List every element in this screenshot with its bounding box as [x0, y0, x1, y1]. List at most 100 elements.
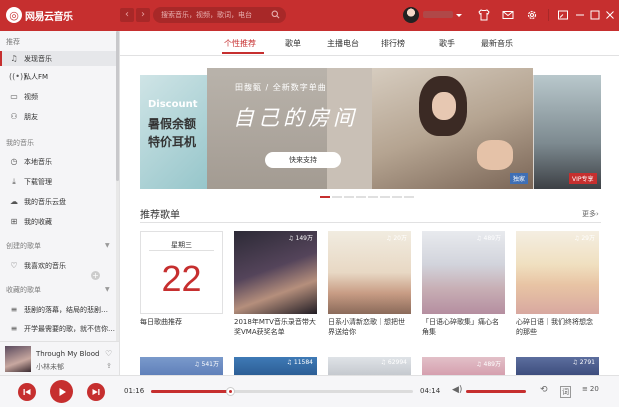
- playlist-caption[interactable]: 每日歌曲推荐: [140, 317, 223, 327]
- sidebar-item-label: 下载管理: [24, 177, 52, 186]
- chevron-down-icon[interactable]: ▼: [105, 286, 110, 293]
- sidebar-item-label: 视频: [24, 92, 38, 101]
- mail-icon[interactable]: [502, 9, 514, 21]
- chevron-down-icon[interactable]: ▼: [105, 242, 110, 249]
- playlist-cover[interactable]: ♫ 541万: [140, 357, 223, 375]
- playlist-cover[interactable]: ♫ 489万: [422, 357, 505, 375]
- previous-track-button[interactable]: [18, 383, 36, 401]
- volume-slider[interactable]: [466, 390, 526, 393]
- sidebar-item-friends[interactable]: ⚇ 朋友: [0, 109, 116, 124]
- sidebar-scrollbar-thumb[interactable]: [116, 31, 119, 181]
- gear-icon[interactable]: [526, 9, 538, 21]
- banner-dot[interactable]: [332, 196, 342, 198]
- repeat-icon[interactable]: ⟲: [540, 385, 548, 395]
- sidebar-item-collected-playlist-1[interactable]: ≡ 悲剧的落幕，结局的悲剧…: [0, 302, 116, 317]
- playlist-cover[interactable]: ♫ 2791: [516, 357, 599, 375]
- sidebar-item-private-fm[interactable]: ((•)) 私人FM: [0, 69, 116, 84]
- sidebar-item-cloud-drive[interactable]: ☁ 我的音乐云盘: [0, 194, 116, 209]
- active-tab-indicator: [222, 52, 264, 54]
- playlist-cover[interactable]: ♫ 489万: [422, 231, 505, 314]
- sidebar-item-collected-playlist-2[interactable]: ≡ 开学最需要的歌，就不信你…: [0, 321, 116, 336]
- banner-dot[interactable]: [356, 196, 366, 198]
- volume-icon[interactable]: ◀): [452, 385, 462, 395]
- sidebar-header-created-playlists: 创建的歌单: [6, 242, 41, 250]
- playlist-icon: ≡: [10, 324, 18, 333]
- daily-calendar-cover[interactable]: 星期三 22: [140, 231, 223, 314]
- sidebar: 推荐 ♫ 发现音乐 ((•)) 私人FM ▭ 视频 ⚇ 朋友 我的音乐 ◷ 本地…: [0, 31, 120, 341]
- banner-dot[interactable]: [404, 196, 414, 198]
- sidebar-item-label: 我的音乐云盘: [24, 197, 66, 206]
- banner-dot-active[interactable]: [320, 196, 330, 198]
- now-playing-artist[interactable]: 小林未郁: [36, 362, 64, 372]
- sidebar-item-local-music[interactable]: ◷ 本地音乐: [0, 154, 116, 169]
- tab-charts[interactable]: 排行榜: [381, 38, 405, 49]
- playlist-caption[interactable]: 日系小清新恋歌｜想把世界送给你: [328, 317, 411, 337]
- more-link[interactable]: 更多›: [582, 209, 599, 219]
- playlist-caption[interactable]: 2018年MTV音乐录音带大奖VMA获奖名单: [234, 317, 317, 337]
- search-box[interactable]: [153, 7, 286, 23]
- now-playing-panel[interactable]: Through My Blood 小林未郁 ♡ ⇪: [0, 341, 120, 376]
- progress-bar[interactable]: [151, 387, 413, 396]
- banner-prev-line1: 暑假余额: [148, 117, 197, 131]
- banner-dot[interactable]: [380, 196, 390, 198]
- banner-dot[interactable]: [392, 196, 402, 198]
- maximize-icon[interactable]: [589, 9, 601, 21]
- banner-main-slide[interactable]: 田馥甄 / 全新数字单曲 自己的房间 快来支持: [207, 68, 533, 189]
- sidebar-item-video[interactable]: ▭ 视频: [0, 89, 116, 104]
- tab-new-music[interactable]: 最新音乐: [481, 38, 513, 49]
- mini-mode-icon[interactable]: [557, 9, 569, 21]
- avatar[interactable]: [403, 7, 419, 23]
- playlist-card[interactable]: ♫ 20万 日系小清新恋歌｜想把世界送给你: [328, 231, 411, 337]
- skin-shirt-icon[interactable]: [478, 9, 490, 21]
- playlist-cover[interactable]: ♫ 29万: [516, 231, 599, 314]
- lyrics-icon[interactable]: 词: [560, 386, 571, 398]
- playlist-cover[interactable]: ♫ 11584: [234, 357, 317, 375]
- search-icon[interactable]: [271, 10, 280, 19]
- sidebar-item-my-collection[interactable]: ⊞ 我的收藏: [0, 214, 116, 229]
- playlist-cover[interactable]: ♫ 62994: [328, 357, 411, 375]
- back-button[interactable]: ‹: [120, 8, 134, 22]
- tab-artists[interactable]: 歌手: [439, 38, 455, 49]
- sidebar-item-label: 朋友: [24, 112, 38, 121]
- sidebar-item-liked-music[interactable]: ♡ 我喜欢的音乐: [0, 258, 116, 273]
- like-heart-icon[interactable]: ♡: [105, 349, 112, 358]
- minimize-icon[interactable]: [574, 9, 586, 21]
- banner-next-slide[interactable]: [534, 75, 601, 189]
- cloud-icon: ☁: [10, 197, 18, 206]
- search-input[interactable]: [153, 11, 269, 19]
- banner-support-button[interactable]: 快来支持: [265, 152, 341, 168]
- playlist-cover[interactable]: ♫ 20万: [328, 231, 411, 314]
- tab-radio[interactable]: 主播电台: [327, 38, 359, 49]
- banner-pagination: [320, 196, 414, 198]
- tab-playlists[interactable]: 歌单: [285, 38, 301, 49]
- app-logo[interactable]: ◎ 网易云音乐: [6, 7, 73, 23]
- share-icon[interactable]: ⇪: [106, 362, 112, 370]
- tab-personal-recommend[interactable]: 个性推荐: [224, 38, 256, 49]
- playlist-card[interactable]: ♫ 149万 2018年MTV音乐录音带大奖VMA获奖名单: [234, 231, 317, 337]
- play-count: ♫ 2791: [572, 359, 595, 366]
- daily-recommend-card[interactable]: 星期三 22 每日歌曲推荐: [140, 231, 223, 327]
- banner-title: 自己的房间: [233, 106, 358, 130]
- progress-knob[interactable]: [225, 387, 235, 396]
- now-playing-album-art[interactable]: [5, 346, 31, 372]
- sidebar-item-discover-music[interactable]: ♫ 发现音乐: [0, 51, 118, 66]
- chevron-down-icon[interactable]: [455, 9, 463, 21]
- playlist-cover[interactable]: ♫ 149万: [234, 231, 317, 314]
- sidebar-item-downloads[interactable]: ⤓ 下载管理: [0, 174, 116, 189]
- banner-dot[interactable]: [344, 196, 354, 198]
- playlist-caption[interactable]: 「日语心碎歌集」痛心名角集: [422, 317, 505, 337]
- username-blurred[interactable]: [423, 11, 453, 18]
- playlist-caption[interactable]: 心碎日语｜我们终将想念的那些: [516, 317, 599, 337]
- banner-dot[interactable]: [368, 196, 378, 198]
- music-note-icon: ♫: [10, 54, 18, 63]
- playlist-card[interactable]: ♫ 29万 心碎日语｜我们终将想念的那些: [516, 231, 599, 337]
- play-count: ♫ 11584: [286, 359, 313, 366]
- next-track-button[interactable]: [87, 383, 105, 401]
- sidebar-item-label: 开学最需要的歌，就不信你…: [24, 324, 115, 333]
- playlist-card[interactable]: ♫ 489万 「日语心碎歌集」痛心名角集: [422, 231, 505, 337]
- forward-button[interactable]: ›: [136, 8, 150, 22]
- play-pause-button[interactable]: [50, 380, 73, 403]
- playlist-button[interactable]: ≡ 20: [582, 385, 599, 393]
- close-icon[interactable]: [604, 9, 616, 21]
- progress-fill: [151, 390, 230, 393]
